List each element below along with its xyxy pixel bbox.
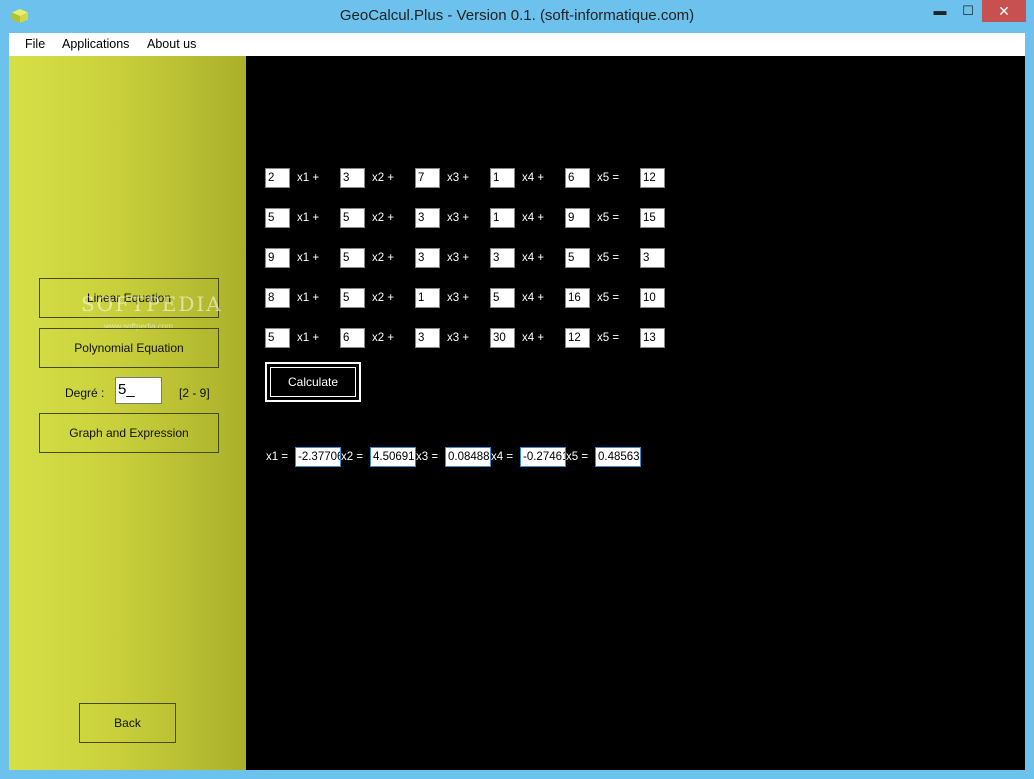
- back-button[interactable]: Back: [79, 703, 176, 743]
- variable-label: x3 +: [447, 332, 470, 344]
- rhs-input[interactable]: 10: [640, 288, 665, 308]
- menu-bar: File Applications About us: [9, 33, 1025, 56]
- variable-label: x2 +: [372, 252, 395, 264]
- coefficient-input[interactable]: 5: [265, 208, 290, 228]
- equation-canvas: Calculate 2 x1 + 3 x2 + 7 x3 + 1 x4 + 6 x5 = 12 5 x1…: [246, 56, 1025, 770]
- coefficient-input[interactable]: 2: [265, 168, 290, 188]
- rhs-input[interactable]: 12: [640, 168, 665, 188]
- polynomial-equation-button[interactable]: Polynomial Equation: [39, 328, 219, 368]
- result-label: x1 =: [266, 451, 289, 463]
- coefficient-input[interactable]: 8: [265, 288, 290, 308]
- title-bar[interactable]: GeoCalcul.Plus - Version 0.1. (soft-info…: [0, 0, 1034, 32]
- variable-label: x5 =: [597, 172, 620, 184]
- softpedia-watermark: SOFTPEDIA: [81, 292, 223, 316]
- result-label: x4 =: [491, 451, 514, 463]
- graph-expression-button[interactable]: Graph and Expression: [39, 413, 219, 453]
- coefficient-input[interactable]: 5: [490, 288, 515, 308]
- variable-label: x4 +: [522, 332, 545, 344]
- coefficient-input[interactable]: 3: [415, 328, 440, 348]
- close-button[interactable]: ✕: [982, 0, 1026, 22]
- coefficient-input[interactable]: 5: [340, 288, 365, 308]
- rhs-input[interactable]: 13: [640, 328, 665, 348]
- coefficient-input[interactable]: 6: [565, 168, 590, 188]
- variable-label: x3 +: [447, 172, 470, 184]
- result-label: x3 =: [416, 451, 439, 463]
- result-value[interactable]: -0.27461: [520, 447, 566, 467]
- maximize-button[interactable]: ☐: [954, 0, 982, 22]
- coefficient-input[interactable]: 3: [490, 248, 515, 268]
- coefficient-input[interactable]: 5: [265, 328, 290, 348]
- variable-label: x1 +: [297, 212, 320, 224]
- coefficient-input[interactable]: 5: [565, 248, 590, 268]
- coefficient-input[interactable]: 1: [490, 208, 515, 228]
- menu-applications[interactable]: Applications: [62, 37, 129, 51]
- variable-label: x1 +: [297, 252, 320, 264]
- result-label: x5 =: [566, 451, 589, 463]
- minimize-button[interactable]: ▬: [926, 0, 954, 22]
- rhs-input[interactable]: 3: [640, 248, 665, 268]
- coefficient-input[interactable]: 7: [415, 168, 440, 188]
- variable-label: x5 =: [597, 292, 620, 304]
- variable-label: x2 +: [372, 332, 395, 344]
- result-value[interactable]: -2.37706: [295, 447, 341, 467]
- menu-file[interactable]: File: [25, 37, 45, 51]
- variable-label: x3 +: [447, 292, 470, 304]
- result-value[interactable]: 0.08488: [445, 447, 491, 467]
- coefficient-input[interactable]: 6: [340, 328, 365, 348]
- degree-label: Degré :: [65, 386, 105, 400]
- degree-input[interactable]: 5_: [115, 377, 162, 404]
- app-window: GeoCalcul.Plus - Version 0.1. (soft-info…: [0, 0, 1034, 779]
- coefficient-input[interactable]: 9: [565, 208, 590, 228]
- result-value[interactable]: 0.48563: [595, 447, 641, 467]
- variable-label: x2 +: [372, 292, 395, 304]
- coefficient-input[interactable]: 3: [340, 168, 365, 188]
- variable-label: x5 =: [597, 252, 620, 264]
- sidebar: Linear Equation SOFTPEDIA www.softpedia.…: [9, 56, 246, 770]
- variable-label: x1 +: [297, 292, 320, 304]
- coefficient-input[interactable]: 16: [565, 288, 590, 308]
- coefficient-input[interactable]: 5: [340, 208, 365, 228]
- variable-label: x3 +: [447, 252, 470, 264]
- coefficient-input[interactable]: 3: [415, 248, 440, 268]
- variable-label: x2 +: [372, 212, 395, 224]
- window-title: GeoCalcul.Plus - Version 0.1. (soft-info…: [339, 7, 695, 24]
- calculate-button[interactable]: Calculate: [265, 362, 361, 402]
- variable-label: x4 +: [522, 172, 545, 184]
- coefficient-input[interactable]: 30: [490, 328, 515, 348]
- result-label: x2 =: [341, 451, 364, 463]
- coefficient-input[interactable]: 12: [565, 328, 590, 348]
- calculate-button-label: Calculate: [270, 367, 356, 397]
- degree-range: [2 - 9]: [179, 386, 210, 400]
- coefficient-input[interactable]: 1: [490, 168, 515, 188]
- coefficient-input[interactable]: 9: [265, 248, 290, 268]
- variable-label: x1 +: [297, 172, 320, 184]
- menu-about-us[interactable]: About us: [147, 37, 196, 51]
- result-value[interactable]: 4.50691: [370, 447, 416, 467]
- rhs-input[interactable]: 15: [640, 208, 665, 228]
- coefficient-input[interactable]: 3: [415, 208, 440, 228]
- variable-label: x4 +: [522, 292, 545, 304]
- variable-label: x5 =: [597, 332, 620, 344]
- variable-label: x4 +: [522, 212, 545, 224]
- variable-label: x5 =: [597, 212, 620, 224]
- variable-label: x1 +: [297, 332, 320, 344]
- coefficient-input[interactable]: 5: [340, 248, 365, 268]
- variable-label: x4 +: [522, 252, 545, 264]
- variable-label: x2 +: [372, 172, 395, 184]
- variable-label: x3 +: [447, 212, 470, 224]
- coefficient-input[interactable]: 1: [415, 288, 440, 308]
